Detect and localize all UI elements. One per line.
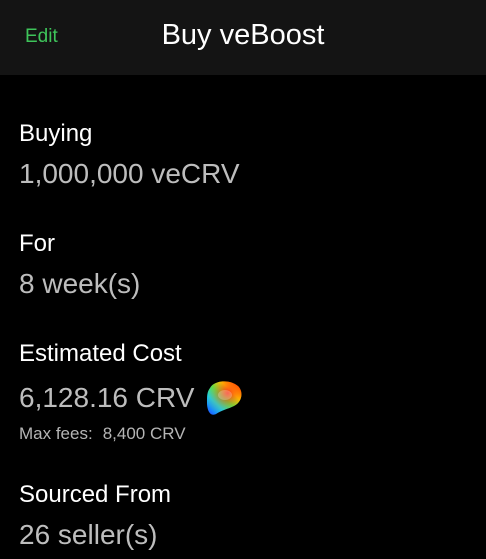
duration-label: For [19,230,55,257]
sourced-section: Sourced From 26 seller(s) [19,481,171,551]
page-title: Buy veBoost [161,19,325,51]
cost-section: Estimated Cost 6,128.16 CRV Max fees: 8,… [19,340,244,444]
sourced-label: Sourced From [19,481,172,508]
max-fees-value: 8,400 CRV [102,424,186,443]
cost-label: Estimated Cost [19,340,182,367]
duration-section: For 8 week(s) [19,230,140,300]
max-fees: Max fees: 8,400 CRV [19,424,244,444]
duration-value: 8 week(s) [19,268,141,299]
top-bar: Edit Buy veBoost [0,0,486,75]
buying-section: Buying 1,000,000 veCRV [19,120,240,190]
buying-value: 1,000,000 veCRV [19,158,240,189]
buying-label: Buying [19,120,93,147]
cost-value: 6,128.16 CRV [19,382,195,413]
sourced-value: 26 seller(s) [19,519,158,550]
max-fees-label: Max fees: [19,424,93,443]
cost-row: 6,128.16 CRV [19,378,244,418]
crv-logo-icon [204,378,244,418]
